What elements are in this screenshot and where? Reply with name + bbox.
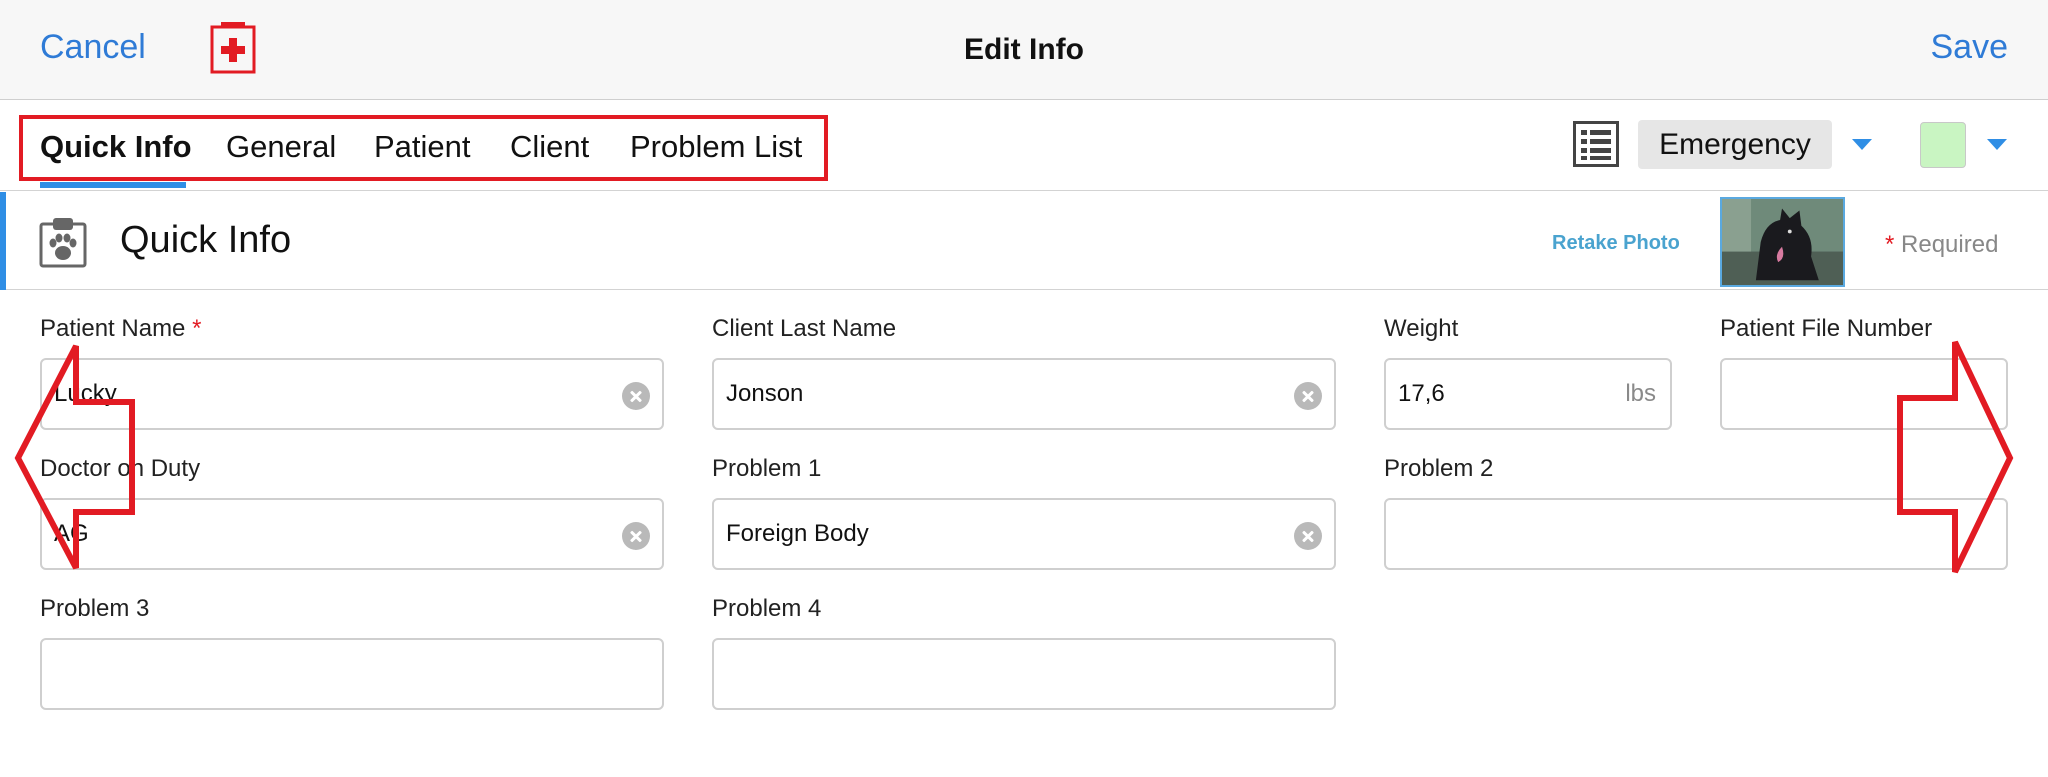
section-header: Quick Info Retake Photo * Required <box>0 192 2048 290</box>
tab-bar: Quick Info General Patient Client Proble… <box>0 101 2048 191</box>
problem-4-field[interactable] <box>712 638 1336 710</box>
doctor-on-duty-label: Doctor on Duty <box>40 455 201 482</box>
triage-chevron-down-icon[interactable] <box>1852 139 1872 150</box>
required-legend: * Required <box>1885 231 1999 258</box>
problem-3-label: Problem 3 <box>40 595 150 622</box>
tabs-annotation-box <box>19 115 828 181</box>
weight-value: 17,6 <box>1398 380 1445 407</box>
doctor-on-duty-value: AG <box>54 520 89 547</box>
problem-2-label: Problem 2 <box>1384 455 1494 482</box>
patient-file-number-label: Patient File Number <box>1720 315 1933 342</box>
patient-photo[interactable] <box>1720 197 1845 287</box>
patient-name-label: Patient Name * <box>40 315 202 342</box>
patient-file-number-field[interactable] <box>1720 358 2008 430</box>
clipboard-paw-icon <box>39 218 87 268</box>
patient-name-value: Lucky <box>54 380 117 407</box>
active-tab-indicator <box>40 182 186 188</box>
problem-1-label: Problem 1 <box>712 455 822 482</box>
client-last-name-label: Client Last Name <box>712 315 897 342</box>
weight-field[interactable]: 17,6 lbs <box>1384 358 1672 430</box>
list-icon[interactable] <box>1573 121 1619 167</box>
client-last-name-field[interactable]: Jonson <box>712 358 1336 430</box>
retake-photo-button[interactable]: Retake Photo <box>1552 232 1680 255</box>
problem-1-value: Foreign Body <box>726 520 869 547</box>
doctor-on-duty-field[interactable]: AG <box>40 498 664 570</box>
triage-select[interactable]: Emergency <box>1638 120 1832 169</box>
problem-3-field[interactable] <box>40 638 664 710</box>
client-last-name-value: Jonson <box>726 380 804 407</box>
section-accent-bar <box>0 192 6 290</box>
problem-4-label: Problem 4 <box>712 595 822 622</box>
page-title: Edit Info <box>964 33 1084 66</box>
medical-kit-icon[interactable] <box>210 22 256 74</box>
section-title: Quick Info <box>120 219 292 261</box>
weight-unit: lbs <box>1625 380 1656 407</box>
patient-name-field[interactable]: Lucky <box>40 358 664 430</box>
cancel-button[interactable]: Cancel <box>40 28 146 67</box>
problem-2-field[interactable] <box>1384 498 2008 570</box>
navigation-bar: Cancel Edit Info Save <box>0 0 2048 100</box>
save-button[interactable]: Save <box>1931 28 2009 67</box>
clear-patient-name-icon[interactable] <box>622 382 650 410</box>
clear-doctor-on-duty-icon[interactable] <box>622 522 650 550</box>
color-swatch[interactable] <box>1920 122 1966 168</box>
problem-1-field[interactable]: Foreign Body <box>712 498 1336 570</box>
color-chevron-down-icon[interactable] <box>1987 139 2007 150</box>
clear-client-last-name-icon[interactable] <box>1294 382 1322 410</box>
weight-label: Weight <box>1384 315 1459 342</box>
clear-problem-1-icon[interactable] <box>1294 522 1322 550</box>
